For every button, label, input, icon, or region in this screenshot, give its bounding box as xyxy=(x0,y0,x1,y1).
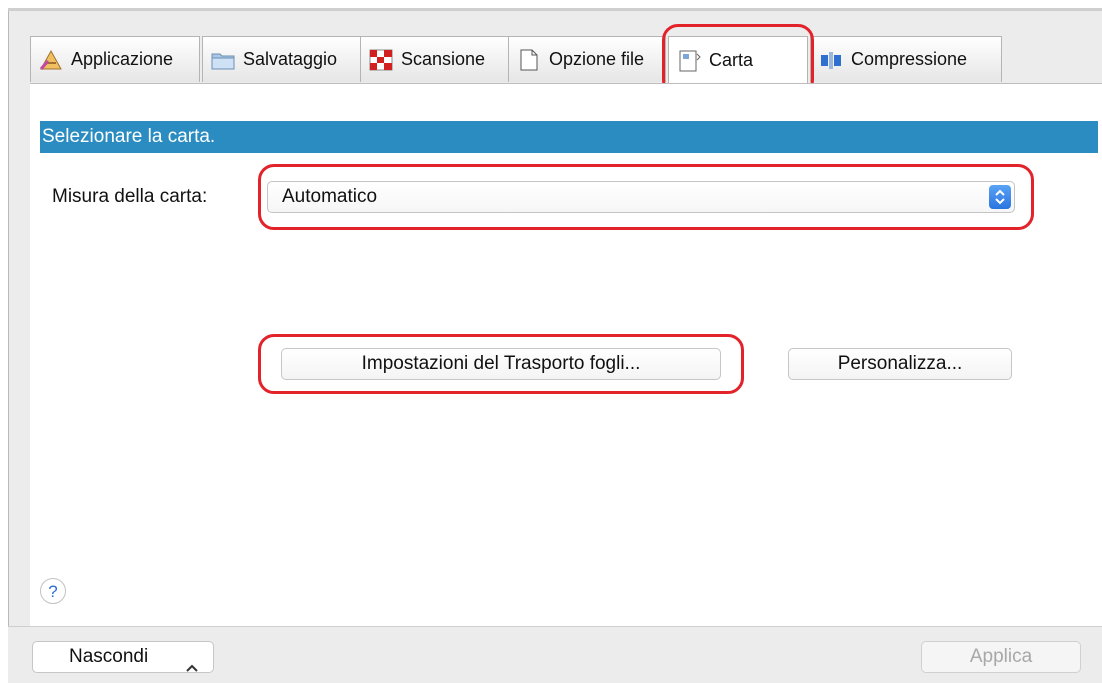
scan-icon xyxy=(369,49,393,71)
hide-button-label: Nascondi xyxy=(69,646,149,667)
tab-label: Compressione xyxy=(851,49,968,69)
window-top-border xyxy=(8,8,1102,11)
tab-applicazione[interactable]: Applicazione xyxy=(30,36,200,82)
chevron-up-icon xyxy=(185,653,199,683)
paper-size-label: Misura della carta: xyxy=(52,186,208,207)
highlight-paper-size xyxy=(258,164,1034,230)
tab-bar: Applicazione Salvataggio Scansione Opzio… xyxy=(30,36,1102,84)
application-icon xyxy=(39,49,63,71)
compression-icon xyxy=(819,49,843,71)
tab-label: Opzione file xyxy=(549,49,645,69)
apply-button[interactable]: Applica xyxy=(921,641,1081,673)
folder-icon xyxy=(211,49,235,71)
tab-opzione-file[interactable]: Opzione file xyxy=(508,36,666,82)
tab-label: Scansione xyxy=(401,49,486,69)
highlight-transport-button xyxy=(258,334,744,394)
file-icon xyxy=(517,49,541,71)
hide-button[interactable]: Nascondi xyxy=(32,641,214,673)
tab-salvataggio[interactable]: Salvataggio xyxy=(202,36,378,82)
customize-button[interactable]: Personalizza... xyxy=(788,348,1012,380)
help-icon[interactable]: ? xyxy=(40,578,66,604)
tab-label: Applicazione xyxy=(71,49,174,69)
tab-compressione[interactable]: Compressione xyxy=(810,36,1002,82)
tab-label: Salvataggio xyxy=(243,49,338,69)
section-title: Selezionare la carta. xyxy=(40,121,1098,153)
